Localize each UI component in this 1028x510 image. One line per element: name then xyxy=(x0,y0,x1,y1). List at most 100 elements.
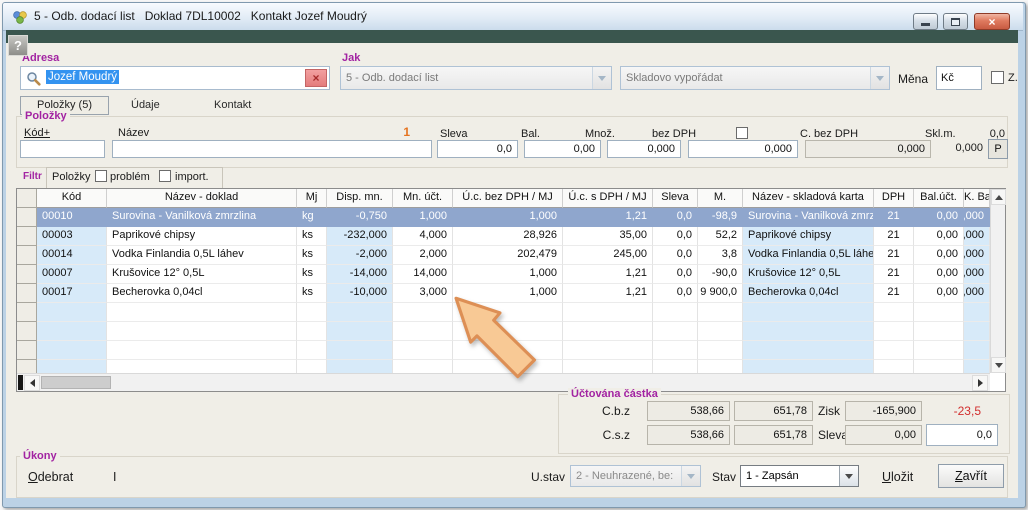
chevron-down-icon xyxy=(839,466,858,486)
column-header-bal[interactable]: Bal.účt. xyxy=(914,189,964,208)
cell-sleva: 0,0 xyxy=(653,227,698,246)
ulozit-button[interactable]: Uložit xyxy=(882,470,913,484)
import-checkbox[interactable] xyxy=(159,170,171,182)
nazev-input[interactable] xyxy=(112,140,432,158)
header-selector-cell xyxy=(17,189,37,208)
help-button[interactable]: ? xyxy=(8,35,28,56)
cell-m: 3,8 xyxy=(698,246,743,265)
column-header-kod[interactable]: Kód xyxy=(37,189,107,208)
scroll-up-icon xyxy=(995,195,1003,200)
row-selector-cell[interactable] xyxy=(17,246,37,265)
bezdph-checkbox[interactable] xyxy=(736,127,748,139)
kod-input[interactable] xyxy=(20,140,105,158)
column-header-karta[interactable]: Název - skladová karta xyxy=(743,189,874,208)
chevron-down-icon xyxy=(870,67,889,89)
zavrit-button[interactable]: Zavřít xyxy=(938,464,1004,488)
column-header-disp[interactable]: Disp. mn. xyxy=(327,189,393,208)
row-selector-cell[interactable] xyxy=(17,227,37,246)
mnoz-input[interactable] xyxy=(607,140,681,158)
zisk-label: Zisk xyxy=(818,404,840,418)
z-label: Z. xyxy=(1008,72,1018,84)
cell-disp: -2,000 xyxy=(327,246,393,265)
csz-label: C.s.z xyxy=(575,428,630,442)
table-row[interactable]: 00014 Vodka Finlandia 0,5L láhev ks -2,0… xyxy=(17,246,990,265)
column-header-ucs[interactable]: Ú.c. s DPH / MJ xyxy=(563,189,653,208)
cell-sleva: 0,0 xyxy=(653,265,698,284)
column-header-mj[interactable]: Mj xyxy=(297,189,327,208)
column-header-sleva[interactable]: Sleva xyxy=(653,189,698,208)
sklm-label: Skl.m. xyxy=(925,128,956,140)
cbz-value-1: 538,66 xyxy=(647,401,730,421)
cell-disp: -14,000 xyxy=(327,265,393,284)
column-header-mn[interactable]: Mn. účt. xyxy=(393,189,453,208)
settlement-dropdown[interactable]: Skladovo vypořádat xyxy=(620,66,890,90)
cell-bal: 0,00 xyxy=(914,227,964,246)
scroll-right-button[interactable] xyxy=(972,375,988,391)
actions-group-label: Úkony xyxy=(20,450,60,462)
summary-group-label: Účtována částka xyxy=(568,388,661,400)
cell-dph: 21 xyxy=(874,208,914,227)
cell-mj: ks xyxy=(297,227,327,246)
doc-type-dropdown[interactable]: 5 - Odb. dodací list xyxy=(340,66,612,90)
stav-dropdown[interactable]: 1 - Zapsán xyxy=(740,465,859,487)
problem-label: problém xyxy=(110,171,150,183)
column-header-dph[interactable]: DPH xyxy=(874,189,914,208)
cell-ucbez: 1,000 xyxy=(453,208,563,227)
currency-label: Měna xyxy=(898,72,928,86)
z-checkbox[interactable] xyxy=(991,71,1004,84)
clear-address-button[interactable]: × xyxy=(305,69,327,87)
sleva-input[interactable] xyxy=(437,140,518,158)
maximize-icon xyxy=(951,18,960,26)
column-header-nazev[interactable]: Název - doklad xyxy=(107,189,297,208)
maximize-button[interactable] xyxy=(943,13,968,30)
table-row[interactable]: 00003 Paprikové chipsy ks -232,000 4,000… xyxy=(17,227,990,246)
bal-label: Bal. xyxy=(521,128,540,140)
cell-sleva: 0,0 xyxy=(653,246,698,265)
csz-value-2: 651,78 xyxy=(734,425,813,445)
scrollbar-grip xyxy=(18,375,23,390)
vertical-scrollbar[interactable] xyxy=(990,189,1005,373)
cbezdph-label: C. bez DPH xyxy=(800,128,858,140)
chevron-down-icon xyxy=(592,67,611,89)
column-header-ucbez[interactable]: Ú.c. bez DPH / MJ xyxy=(453,189,563,208)
sklm-value: 0,000 xyxy=(925,142,983,154)
currency-input[interactable] xyxy=(936,66,982,90)
cell-nazev: Vodka Finlandia 0,5L láhev xyxy=(107,246,297,265)
close-button[interactable]: × xyxy=(974,13,1010,30)
summary-sleva-input[interactable] xyxy=(926,424,998,446)
ustav-value: 2 - Neuhrazené, be: xyxy=(576,470,673,482)
stav-value: 1 - Zapsán xyxy=(746,470,799,482)
minimize-button[interactable] xyxy=(913,13,938,30)
scroll-up-button[interactable] xyxy=(991,189,1006,205)
bal-input[interactable] xyxy=(524,140,601,158)
cell-mn: 14,000 xyxy=(393,265,453,284)
kod-column-link[interactable]: Kód+ xyxy=(24,127,50,139)
filter-label: Filtr xyxy=(20,171,45,183)
tab-udaje[interactable]: Údaje xyxy=(131,99,160,111)
odebrat-button[interactable]: Odebrat xyxy=(28,470,73,484)
cell-ucs: 35,00 xyxy=(563,227,653,246)
cell-kod: 00007 xyxy=(37,265,107,284)
scroll-left-button[interactable] xyxy=(24,375,40,391)
scroll-right-icon xyxy=(978,379,983,387)
bezdph-input[interactable] xyxy=(688,140,798,158)
address-input[interactable]: Jozef Moudrý × xyxy=(20,66,330,90)
i-action[interactable]: I xyxy=(113,470,116,484)
scroll-down-button[interactable] xyxy=(991,357,1006,373)
tab-kontakt[interactable]: Kontakt xyxy=(214,99,251,111)
cell-mj: ks xyxy=(297,246,327,265)
cell-mn: 4,000 xyxy=(393,227,453,246)
row-selector-cell[interactable] xyxy=(17,265,37,284)
row-selector-cell[interactable] xyxy=(17,208,37,227)
cell-nazev: Krušovice 12° 0,5L xyxy=(107,265,297,284)
cell-dph: 21 xyxy=(874,227,914,246)
row-selector-cell[interactable] xyxy=(17,284,37,303)
column-header-m[interactable]: M. xyxy=(698,189,743,208)
table-row[interactable]: 00010 Surovina - Vanilková zmrzlina kg -… xyxy=(17,208,990,227)
horizontal-scroll-thumb[interactable] xyxy=(41,376,111,389)
problem-checkbox[interactable] xyxy=(95,170,107,182)
cell-ucbez: 202,479 xyxy=(453,246,563,265)
table-row[interactable]: 00007 Krušovice 12° 0,5L ks -14,000 14,0… xyxy=(17,265,990,284)
column-header-kba[interactable]: K. Ba xyxy=(964,189,990,208)
p-button[interactable]: P xyxy=(988,139,1008,159)
